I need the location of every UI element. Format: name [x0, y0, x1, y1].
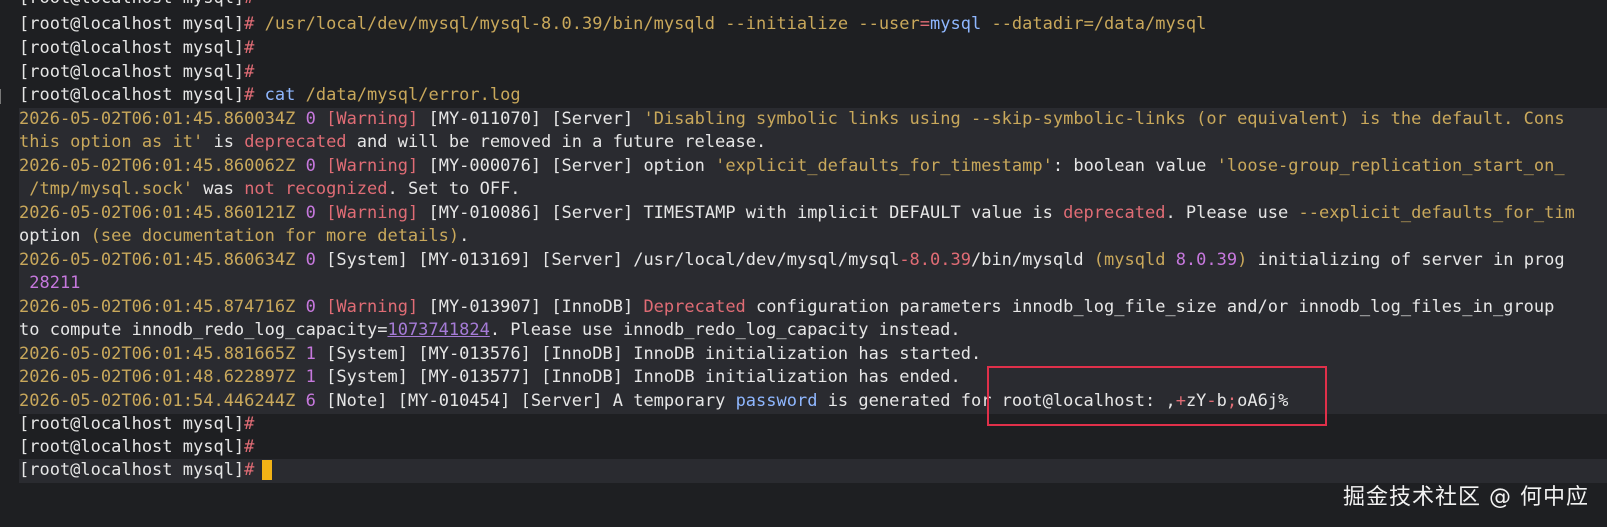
terminal-line: [root@localhost mysql]# — [19, 437, 255, 457]
log-line: /tmp/mysql.sock' was not recognized. Set… — [19, 178, 1607, 202]
log-line: 2026-05-02T06:01:48.622897Z 1 [System] [… — [19, 366, 1607, 390]
terminal-line: [root@localhost mysql]# — [19, 0, 1607, 11]
terminal-line: [root@localhost mysql]# cat /data/mysql/… — [19, 85, 521, 105]
terminal-line: [root@localhost mysql]# — [19, 62, 255, 82]
log-line: 2026-05-02T06:01:45.860121Z 0 [Warning] … — [19, 202, 1607, 226]
log-line: 28211 — [19, 272, 1607, 296]
log-line: 2026-05-02T06:01:45.860062Z 0 [Warning] … — [19, 155, 1607, 179]
scroll-marker — [0, 89, 6, 104]
watermark: 掘金技术社区 @ 何中应 — [1343, 485, 1589, 510]
terminal-line: [root@localhost mysql]# — [19, 38, 255, 58]
log-line: 2026-05-02T06:01:45.860034Z 0 [Warning] … — [19, 108, 1607, 132]
log-line: option (see documentation for more detai… — [19, 225, 1607, 249]
terminal-window[interactable]: [root@localhost mysql]# [root@localhost … — [0, 0, 1607, 527]
log-line: to compute innodb_redo_log_capacity=1073… — [19, 319, 1607, 343]
log-line: this option as it' is deprecated and wil… — [19, 131, 1607, 155]
text-cursor — [262, 460, 273, 480]
password-highlight-box — [987, 366, 1327, 426]
log-line: 2026-05-02T06:01:45.860634Z 0 [System] [… — [19, 249, 1607, 273]
terminal-line: [root@localhost mysql]# /usr/local/dev/m… — [19, 14, 1207, 34]
log-line-password: 2026-05-02T06:01:54.446244Z 6 [Note] [MY… — [19, 390, 1607, 414]
log-line: 2026-05-02T06:01:45.874716Z 0 [Warning] … — [19, 296, 1607, 320]
terminal-line: [root@localhost mysql]# — [19, 414, 255, 434]
log-line: 2026-05-02T06:01:45.881665Z 1 [System] [… — [19, 343, 1607, 367]
